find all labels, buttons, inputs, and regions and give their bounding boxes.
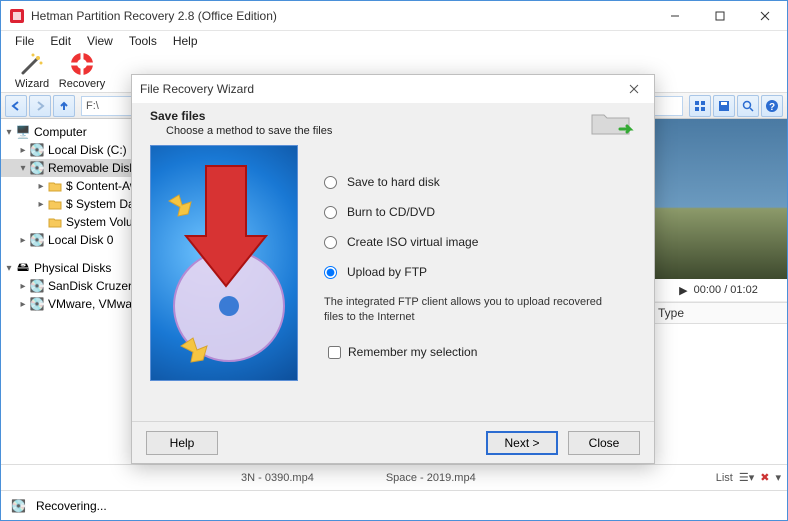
- drive-icon: 💽: [29, 161, 45, 175]
- option-iso[interactable]: Create ISO virtual image: [324, 227, 636, 257]
- option-description: The integrated FTP client allows you to …: [324, 295, 624, 325]
- drive-icon: 💽: [29, 297, 45, 311]
- help-button[interactable]: ?: [761, 95, 783, 117]
- menu-tools[interactable]: Tools: [121, 32, 165, 50]
- nav-back-button[interactable]: [5, 95, 27, 117]
- close-button[interactable]: [742, 1, 787, 30]
- wizard-label: Wizard: [7, 78, 57, 90]
- options-icon[interactable]: ▾: [775, 471, 781, 484]
- next-button[interactable]: Next >: [486, 431, 558, 455]
- wizard-button[interactable]: Wizard: [7, 50, 57, 90]
- delete-icon[interactable]: ✖: [760, 471, 769, 484]
- drive-icon: 💽: [11, 499, 26, 513]
- radio-ftp[interactable]: [324, 266, 337, 279]
- folder-export-icon: [590, 107, 636, 137]
- dialog-heading: Save files: [150, 109, 636, 123]
- recovery-file-2: Space - 2019.mp4: [386, 472, 476, 484]
- save-options: Save to hard disk Burn to CD/DVD Create …: [324, 145, 636, 381]
- dialog-footer: Help Next > Close: [132, 421, 654, 463]
- dialog-close-icon[interactable]: [622, 79, 646, 99]
- remember-checkbox[interactable]: [328, 346, 341, 359]
- menu-help[interactable]: Help: [165, 32, 206, 50]
- wand-icon: [18, 50, 46, 78]
- radio-hard-disk[interactable]: [324, 176, 337, 189]
- nav-up-button[interactable]: [53, 95, 75, 117]
- save-button[interactable]: [713, 95, 735, 117]
- preview-pane: ▶ 00:00 / 01:02 Type: [649, 119, 787, 464]
- list-toolbar: 3N - 0390.mp4 Space - 2019.mp4 List ☰▾ ✖…: [1, 464, 787, 490]
- menu-view[interactable]: View: [79, 32, 121, 50]
- minimize-button[interactable]: [652, 1, 697, 30]
- recovery-label: Recovery: [57, 78, 107, 90]
- recovery-file-1: 3N - 0390.mp4: [241, 472, 314, 484]
- drive-icon: 💽: [29, 143, 45, 157]
- play-icon[interactable]: ▶: [679, 284, 687, 297]
- folder-icon: [47, 179, 63, 193]
- file-recovery-wizard-dialog: File Recovery Wizard Save files Choose a…: [131, 74, 655, 464]
- folder-icon: [47, 215, 63, 229]
- status-bar: 💽 Recovering...: [1, 490, 787, 520]
- close-button[interactable]: Close: [568, 431, 640, 455]
- menu-bar: File Edit View Tools Help: [1, 31, 787, 51]
- wizard-illustration: [150, 145, 298, 381]
- lifebuoy-icon: [68, 50, 96, 78]
- option-ftp[interactable]: Upload by FTP: [324, 257, 636, 287]
- drive-icon: 💽: [29, 279, 45, 293]
- app-icon: [9, 8, 25, 24]
- radio-burn-cd[interactable]: [324, 206, 337, 219]
- drive-icon: 💽: [29, 233, 45, 247]
- preview-image: [650, 119, 787, 279]
- maximize-button[interactable]: [697, 1, 742, 30]
- svg-text:?: ?: [769, 102, 775, 113]
- disk-icon: 🖴: [15, 261, 31, 275]
- help-button[interactable]: Help: [146, 431, 218, 455]
- dialog-subheading: Choose a method to save the files: [166, 125, 636, 137]
- menu-edit[interactable]: Edit: [42, 32, 79, 50]
- radio-iso[interactable]: [324, 236, 337, 249]
- option-burn-cd[interactable]: Burn to CD/DVD: [324, 197, 636, 227]
- view-mode-label[interactable]: List: [716, 472, 733, 484]
- nav-forward-button[interactable]: [29, 95, 51, 117]
- view-icons-button[interactable]: [689, 95, 711, 117]
- column-type[interactable]: Type: [650, 302, 787, 324]
- preview-time: 00:00 / 01:02: [694, 284, 758, 296]
- window-title: Hetman Partition Recovery 2.8 (Office Ed…: [31, 9, 652, 23]
- remember-selection[interactable]: Remember my selection: [324, 343, 636, 362]
- search-button[interactable]: [737, 95, 759, 117]
- recovery-button[interactable]: Recovery: [57, 50, 107, 90]
- dialog-titlebar: File Recovery Wizard: [132, 75, 654, 103]
- window-titlebar: Hetman Partition Recovery 2.8 (Office Ed…: [1, 1, 787, 31]
- option-hard-disk[interactable]: Save to hard disk: [324, 167, 636, 197]
- menu-file[interactable]: File: [7, 32, 42, 50]
- status-text: Recovering...: [36, 499, 107, 513]
- folder-icon: [47, 197, 63, 211]
- preview-controls: ▶ 00:00 / 01:02: [650, 279, 787, 301]
- view-list-icon[interactable]: ☰▾: [739, 471, 754, 484]
- monitor-icon: 🖥️: [15, 125, 31, 139]
- dialog-title: File Recovery Wizard: [140, 82, 254, 96]
